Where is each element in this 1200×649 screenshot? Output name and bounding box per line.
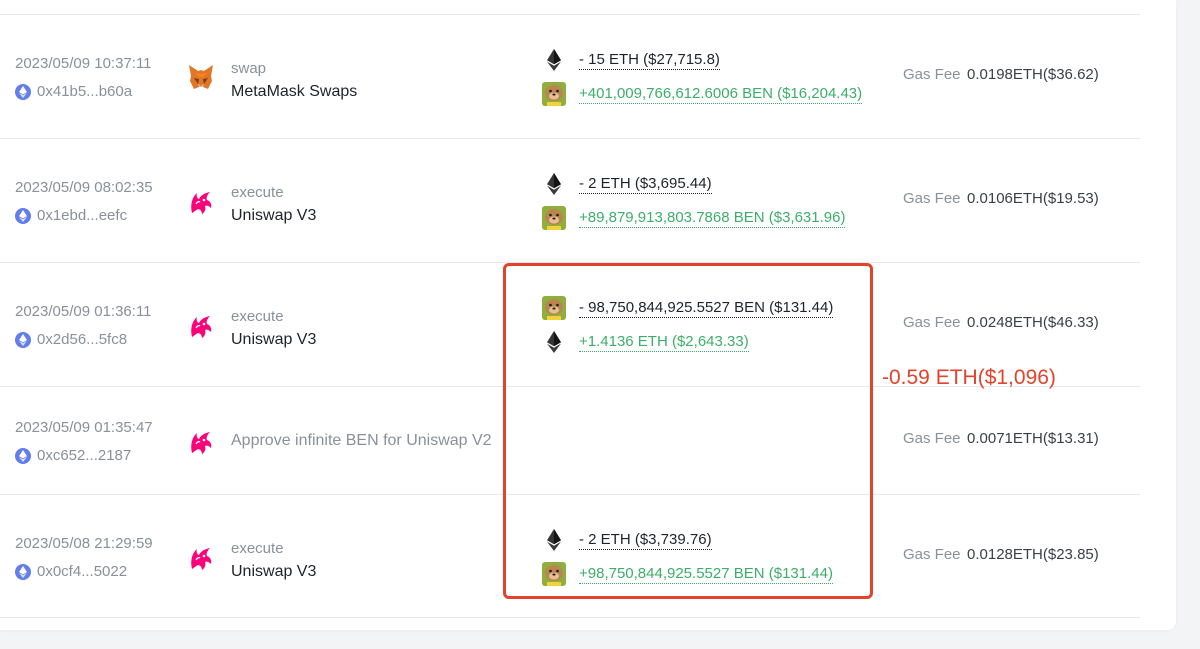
token-transfer: - 98,750,844,925.5527 BEN ($131.44)	[542, 296, 834, 320]
gas-fee-label: Gas Fee	[903, 430, 961, 447]
tx-approve-text: Approve infinite BEN for Uniswap V2	[231, 432, 492, 449]
uniswap-unicorn-icon	[191, 316, 212, 338]
token-transfer: +98,750,844,925.5527 BEN ($131.44)	[542, 562, 833, 586]
uniswap-unicorn-icon	[191, 432, 212, 454]
token-transfer: +89,879,913,803.7868 BEN ($3,631.96)	[542, 206, 846, 230]
tx-hash-link[interactable]: 0x41b5...b60a	[15, 83, 132, 100]
token-transfer: - 2 ETH ($3,739.76)	[542, 528, 712, 552]
token-amount-link[interactable]: +89,879,913,803.7868 BEN ($3,631.96)	[579, 209, 846, 228]
uniswap-unicorn-icon	[191, 548, 212, 570]
token-transfer: - 2 ETH ($3,695.44)	[542, 172, 712, 196]
eth-icon	[542, 330, 566, 354]
ethereum-chain-icon	[15, 207, 31, 224]
tx-app-name: Uniswap V3	[231, 207, 317, 224]
gas-fee-label: Gas Fee	[903, 546, 961, 563]
gas-fee-label: Gas Fee	[903, 190, 961, 207]
tx-app-name: Uniswap V3	[231, 563, 317, 580]
tx-hash-text: 0x2d56...5fc8	[37, 331, 128, 348]
tx-method: execute	[231, 184, 284, 201]
tx-time: 2023/05/09 01:36:11	[15, 303, 152, 320]
token-amount-link[interactable]: - 2 ETH ($3,739.76)	[579, 531, 712, 550]
token-amount-link[interactable]: - 98,750,844,925.5527 BEN ($131.44)	[579, 299, 834, 318]
uniswap-unicorn-icon	[191, 192, 212, 214]
ben-icon	[542, 206, 566, 230]
gas-fee-value: 0.0071ETH($13.31)	[967, 430, 1099, 447]
transaction-list: 2023/05/09 10:37:11 0x41b5...b60a swap M…	[0, 14, 1140, 618]
token-amount-link[interactable]: +98,750,844,925.5527 BEN ($131.44)	[579, 565, 833, 584]
gas-fee-value: 0.0248ETH($46.33)	[967, 314, 1099, 331]
token-amount-link[interactable]: +401,009,766,612.6006 BEN ($16,204.43)	[579, 85, 863, 104]
eth-icon	[542, 528, 566, 552]
token-amount-link[interactable]: - 15 ETH ($27,715.8)	[579, 51, 720, 70]
ethereum-chain-icon	[15, 331, 31, 348]
table-row[interactable]: 2023/05/08 21:29:59 0x0cf4...5022 execut…	[0, 494, 1140, 618]
tx-time: 2023/05/09 10:37:11	[15, 55, 152, 72]
token-amount-link[interactable]: +1.4136 ETH ($2,643.33)	[579, 333, 749, 352]
ethereum-chain-icon	[15, 563, 31, 580]
tx-method: swap	[231, 60, 267, 77]
token-transfer: +1.4136 ETH ($2,643.33)	[542, 330, 749, 354]
tx-hash-text: 0x0cf4...5022	[37, 563, 128, 580]
table-row[interactable]: 2023/05/09 10:37:11 0x41b5...b60a swap M…	[0, 14, 1140, 138]
token-amount-link[interactable]: - 2 ETH ($3,695.44)	[579, 175, 712, 194]
ben-icon	[542, 562, 566, 586]
gas-fee-label: Gas Fee	[903, 314, 961, 331]
tx-time: 2023/05/09 08:02:35	[15, 179, 153, 196]
tx-app-name: Uniswap V3	[231, 331, 317, 348]
tx-time: 2023/05/08 21:29:59	[15, 535, 153, 552]
gas-fee-value: 0.0128ETH($23.85)	[967, 546, 1099, 563]
table-row[interactable]: 2023/05/09 01:35:47 0xc652...2187 Approv…	[0, 386, 1140, 494]
tx-time: 2023/05/09 01:35:47	[15, 419, 153, 436]
tx-hash-link[interactable]: 0x2d56...5fc8	[15, 331, 127, 348]
tx-hash-text: 0x1ebd...eefc	[37, 207, 128, 224]
table-row[interactable]: 2023/05/09 08:02:35 0x1ebd...eefc execut…	[0, 138, 1140, 262]
ethereum-chain-icon	[15, 83, 31, 100]
transaction-history-card: 2023/05/09 10:37:11 0x41b5...b60a swap M…	[0, 0, 1176, 630]
eth-icon	[542, 48, 566, 72]
ben-icon	[542, 82, 566, 106]
tx-method: execute	[231, 308, 284, 325]
metamask-fox-icon	[189, 65, 213, 89]
tx-app-name: MetaMask Swaps	[231, 83, 358, 100]
tx-method: execute	[231, 540, 284, 557]
gas-fee-value: 0.0106ETH($19.53)	[967, 190, 1099, 207]
gas-fee-value: 0.0198ETH($36.62)	[967, 66, 1099, 83]
token-transfer: +401,009,766,612.6006 BEN ($16,204.43)	[542, 82, 863, 106]
tx-hash-link[interactable]: 0xc652...2187	[15, 447, 131, 464]
net-loss-annotation: -0.59 ETH($1,096)	[882, 366, 1056, 389]
gas-fee-label: Gas Fee	[903, 66, 961, 83]
tx-hash-text: 0xc652...2187	[37, 447, 132, 464]
ben-icon	[542, 296, 566, 320]
eth-icon	[542, 172, 566, 196]
tx-hash-link[interactable]: 0x0cf4...5022	[15, 563, 127, 580]
ethereum-chain-icon	[15, 447, 31, 464]
tx-hash-text: 0x41b5...b60a	[37, 83, 133, 100]
tx-hash-link[interactable]: 0x1ebd...eefc	[15, 207, 127, 224]
token-transfer: - 15 ETH ($27,715.8)	[542, 48, 720, 72]
